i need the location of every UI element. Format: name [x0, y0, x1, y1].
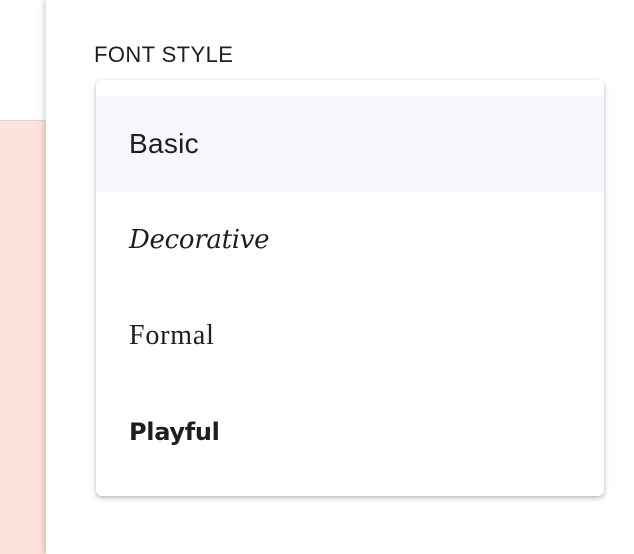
font-style-label: FONT STYLE: [94, 42, 234, 67]
option-label-basic: Basic: [129, 128, 199, 159]
font-style-dropdown-menu: Basic Decorative Formal Playful: [96, 80, 604, 496]
font-settings-panel: FONT STYLE Basic Decorative Formal Playf…: [46, 0, 634, 554]
font-style-option-playful[interactable]: Playful: [96, 384, 604, 480]
background-top-region: [0, 0, 46, 120]
background-accent-region: [0, 121, 46, 554]
option-label-playful: Playful: [129, 418, 220, 446]
page: FONT STYLE Basic Decorative Formal Playf…: [0, 0, 634, 554]
font-style-options-list: Basic Decorative Formal Playful: [96, 96, 604, 480]
font-style-option-formal[interactable]: Formal: [96, 288, 604, 384]
font-style-option-basic[interactable]: Basic: [96, 96, 604, 192]
option-label-decorative: Decorative: [129, 225, 270, 255]
font-style-option-decorative[interactable]: Decorative: [96, 192, 604, 288]
option-label-formal: Formal: [129, 320, 215, 351]
